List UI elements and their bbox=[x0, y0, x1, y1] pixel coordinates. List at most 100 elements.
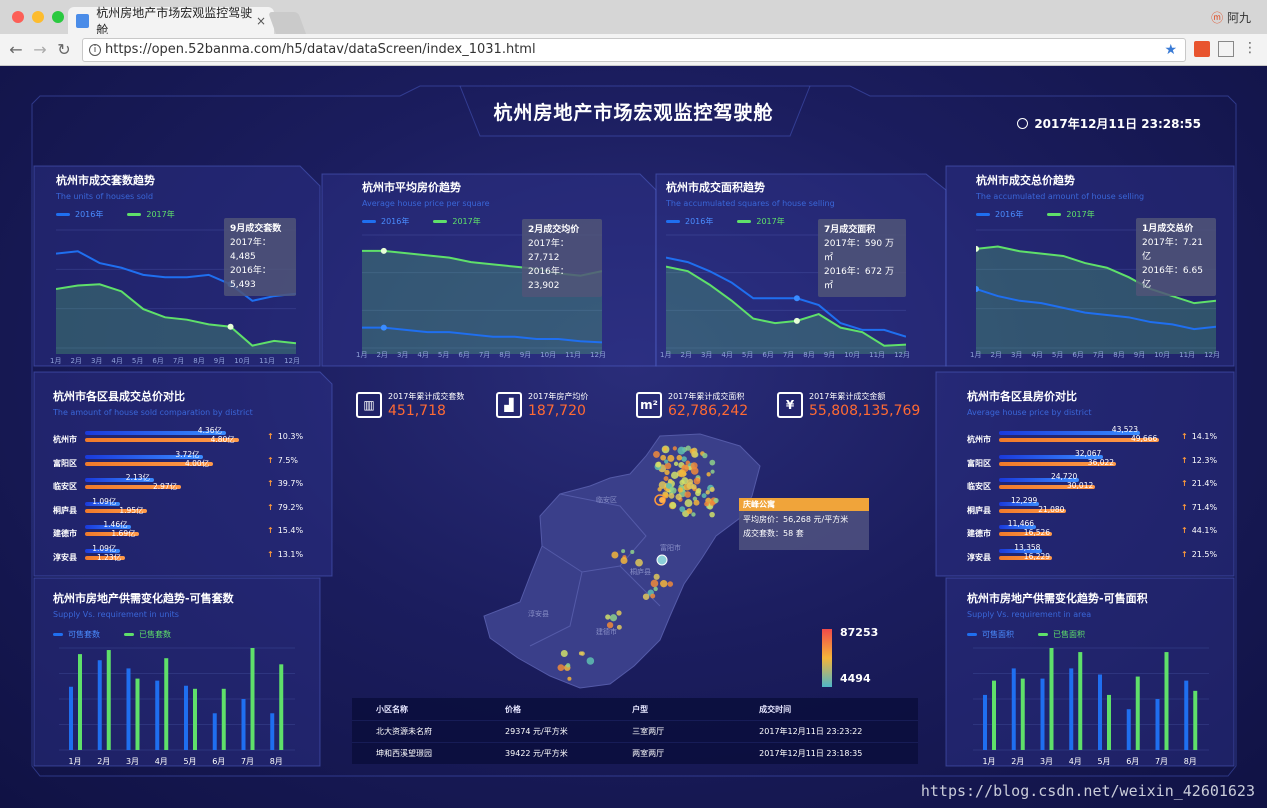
district-row[interactable]: 淳安县 1.09亿 1.23亿 ↑ 13.1% bbox=[53, 544, 303, 568]
housing-dot[interactable] bbox=[675, 493, 682, 501]
housing-dot[interactable] bbox=[686, 508, 693, 515]
district-row[interactable]: 建德市 11,466 16,526 ↑ 44.1% bbox=[967, 519, 1217, 544]
back-icon[interactable]: ← bbox=[6, 40, 26, 59]
housing-dot[interactable] bbox=[650, 593, 656, 599]
housing-dot[interactable] bbox=[580, 651, 585, 656]
housing-dot[interactable] bbox=[704, 501, 709, 507]
district-row[interactable]: 杭州市 43,523 49,666 ↑ 14.1% bbox=[967, 425, 1217, 450]
close-tab-icon[interactable]: × bbox=[256, 14, 266, 28]
housing-dot[interactable] bbox=[710, 469, 715, 474]
housing-dot[interactable] bbox=[706, 472, 711, 477]
housing-dot[interactable] bbox=[609, 614, 618, 622]
housing-dot[interactable] bbox=[667, 478, 673, 484]
housing-dot[interactable] bbox=[669, 486, 675, 492]
bar-sold[interactable] bbox=[106, 650, 111, 750]
legend-available[interactable]: 可售套数 bbox=[53, 629, 100, 640]
bar-sold[interactable] bbox=[250, 648, 255, 750]
housing-dot[interactable] bbox=[679, 506, 686, 513]
bar-sold[interactable] bbox=[193, 688, 197, 750]
district-row[interactable]: 临安区 2.13亿 2.97亿 ↑ 39.7% bbox=[53, 473, 303, 497]
close-window-button[interactable] bbox=[12, 11, 24, 23]
housing-dot[interactable] bbox=[557, 664, 565, 672]
bar-sold[interactable] bbox=[78, 654, 82, 750]
legend-available[interactable]: 可售面积 bbox=[967, 629, 1014, 640]
bar-sold[interactable] bbox=[135, 678, 140, 750]
housing-dot[interactable] bbox=[668, 493, 675, 499]
housing-dot[interactable] bbox=[705, 490, 710, 495]
bar-available[interactable] bbox=[126, 668, 131, 750]
housing-dot[interactable] bbox=[701, 493, 707, 499]
legend-2017[interactable]: 2017年 bbox=[127, 209, 175, 220]
bar-available[interactable] bbox=[241, 699, 246, 750]
legend-2016[interactable]: 2016年 bbox=[976, 209, 1023, 220]
bar-sold[interactable] bbox=[221, 688, 226, 750]
reader-icon[interactable] bbox=[1218, 41, 1234, 57]
housing-dot[interactable] bbox=[616, 610, 622, 616]
housing-dot[interactable] bbox=[567, 676, 572, 681]
bar-available[interactable] bbox=[184, 685, 188, 750]
housing-dot[interactable] bbox=[660, 579, 668, 588]
housing-dot[interactable] bbox=[664, 459, 669, 464]
forward-icon[interactable]: → bbox=[30, 40, 50, 59]
housing-dot[interactable] bbox=[676, 454, 683, 461]
housing-dot[interactable] bbox=[709, 500, 716, 506]
housing-dot[interactable] bbox=[621, 549, 626, 554]
bar-sold[interactable] bbox=[1135, 676, 1140, 750]
bar-sold[interactable] bbox=[1107, 694, 1111, 750]
bar-sold[interactable] bbox=[279, 664, 284, 750]
housing-dot[interactable] bbox=[669, 502, 677, 509]
housing-dot[interactable] bbox=[671, 471, 679, 480]
housing-dot[interactable] bbox=[681, 456, 687, 462]
bar-available[interactable] bbox=[1011, 668, 1016, 750]
district-row[interactable]: 杭州市 4.36亿 4.80亿 ↑ 10.3% bbox=[53, 426, 303, 450]
housing-dot[interactable] bbox=[693, 477, 701, 485]
housing-dot[interactable] bbox=[662, 446, 668, 451]
housing-dot[interactable] bbox=[620, 556, 628, 565]
housing-dot[interactable] bbox=[560, 650, 568, 658]
bar-available[interactable] bbox=[1155, 699, 1160, 750]
housing-dot[interactable] bbox=[667, 581, 674, 587]
housing-dot[interactable] bbox=[702, 452, 708, 459]
point-marker[interactable] bbox=[227, 323, 234, 330]
legend-2017[interactable]: 2017年 bbox=[1047, 209, 1095, 220]
housing-dot[interactable] bbox=[677, 446, 686, 455]
bar-available[interactable] bbox=[97, 660, 102, 750]
selected-dot[interactable] bbox=[659, 497, 665, 503]
bar-available[interactable] bbox=[1098, 674, 1102, 750]
housing-dot[interactable] bbox=[663, 476, 669, 482]
highlight-dot[interactable] bbox=[656, 554, 668, 566]
district-row[interactable]: 建德市 1.46亿 1.69亿 ↑ 15.4% bbox=[53, 520, 303, 544]
housing-dot[interactable] bbox=[672, 446, 677, 451]
housing-dot[interactable] bbox=[709, 511, 715, 518]
housing-dot[interactable] bbox=[616, 624, 622, 630]
district-row[interactable]: 淳安县 13,358 16,229 ↑ 21.5% bbox=[967, 543, 1217, 568]
supply-area-bar-chart[interactable]: 1月 2月 3月 4月 5月 6月 7月 8月 bbox=[967, 642, 1217, 772]
bar-available[interactable] bbox=[1040, 678, 1045, 750]
bar-sold[interactable] bbox=[992, 680, 996, 750]
active-tab[interactable]: 杭州房地产市场宏观监控驾驶舱 × bbox=[68, 6, 274, 37]
point-marker[interactable] bbox=[793, 317, 800, 324]
housing-dot[interactable] bbox=[611, 551, 619, 559]
bar-available[interactable] bbox=[212, 713, 217, 750]
housing-dot[interactable] bbox=[686, 482, 694, 490]
supply-units-bar-chart[interactable]: 1月 2月 3月 4月 5月 6月 7月 8月 bbox=[53, 642, 303, 772]
housing-dot[interactable] bbox=[695, 490, 701, 497]
bar-sold[interactable] bbox=[1049, 648, 1054, 750]
bar-sold[interactable] bbox=[164, 658, 169, 750]
housing-dot[interactable] bbox=[642, 593, 650, 600]
housing-dot[interactable] bbox=[657, 487, 662, 492]
housing-dot[interactable] bbox=[678, 469, 687, 478]
housing-dot[interactable] bbox=[565, 663, 571, 668]
housing-dot[interactable] bbox=[664, 469, 670, 475]
bar-sold[interactable] bbox=[1193, 690, 1198, 750]
legend-2017[interactable]: 2017年 bbox=[433, 216, 481, 227]
point-marker[interactable] bbox=[380, 247, 387, 254]
housing-dot[interactable] bbox=[650, 579, 659, 588]
housing-dot[interactable] bbox=[673, 461, 679, 466]
housing-dot[interactable] bbox=[605, 614, 611, 620]
housing-dot[interactable] bbox=[677, 487, 683, 493]
housing-dot[interactable] bbox=[653, 586, 658, 592]
bar-sold[interactable] bbox=[1020, 678, 1025, 750]
bar-sold[interactable] bbox=[1078, 652, 1083, 750]
menu-icon[interactable]: ⋮ bbox=[1240, 40, 1260, 56]
